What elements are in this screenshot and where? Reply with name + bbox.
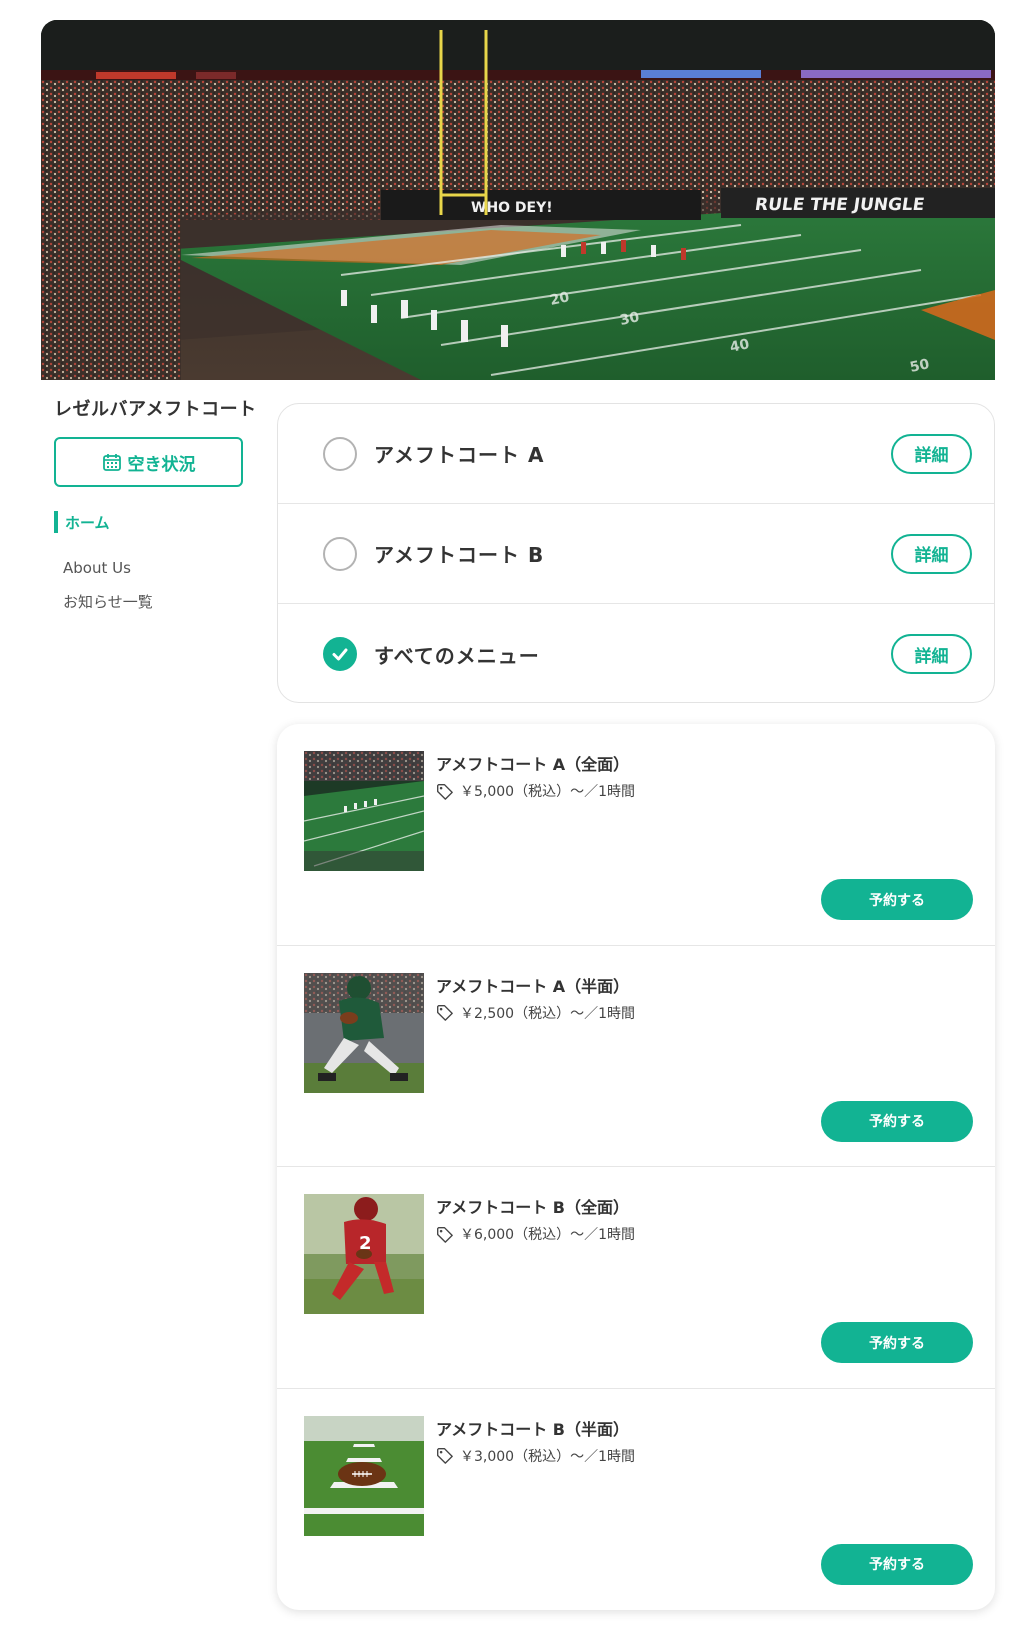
menu-option-label: アメフトコート B xyxy=(374,543,545,567)
svg-text:WHO DEY!: WHO DEY! xyxy=(471,200,553,216)
stadium-illustration: WHO DEY! RULE THE JUNGLE 50 40 30 20 xyxy=(41,20,995,380)
product-price-text: ￥2,500（税込）〜／1時間 xyxy=(460,1005,635,1022)
nav-item-news[interactable]: お知らせ一覧 xyxy=(63,591,264,612)
price-tag-icon xyxy=(437,783,453,800)
product-price-text: ￥3,000（税込）〜／1時間 xyxy=(460,1448,635,1465)
availability-button-label: 空き状況 xyxy=(127,454,196,475)
product-thumbnail: 2 xyxy=(304,1194,424,1314)
product-price-text: ￥5,000（税込）〜／1時間 xyxy=(460,784,635,800)
product-item: アメフトコート A（半面） ￥2,500（税込）〜／1時間 予約する xyxy=(277,946,995,1167)
radio-unchecked[interactable] xyxy=(323,536,357,571)
product-item: 2 アメフトコート B（全面） ￥6,000（税込）〜／1時間 予約する xyxy=(277,1167,995,1389)
product-name: アメフトコート A（半面） xyxy=(436,976,630,996)
price-tag-icon xyxy=(437,1226,453,1243)
detail-button[interactable]: 詳細 xyxy=(891,533,972,574)
check-icon xyxy=(332,648,348,661)
book-button[interactable]: 予約する xyxy=(821,879,973,920)
svg-text:RULE THE JUNGLE: RULE THE JUNGLE xyxy=(754,195,926,215)
menu-option-label: アメフトコート A xyxy=(374,443,545,467)
site-title: レゼルバアメフトコート xyxy=(54,399,257,420)
product-name: アメフトコート B（全面） xyxy=(436,1198,629,1217)
page: WHO DEY! RULE THE JUNGLE 50 40 30 20 レゼル… xyxy=(0,0,1036,1644)
product-item: アメフトコート B（半面） ￥3,000（税込）〜／1時間 予約する xyxy=(277,1389,995,1611)
product-price: ￥5,000（税込）〜／1時間 xyxy=(436,781,635,801)
nav-item-about[interactable]: About Us xyxy=(63,559,264,577)
product-price-text: ￥6,000（税込）〜／1時間 xyxy=(460,1227,635,1243)
product-price: ￥3,000（税込）〜／1時間 xyxy=(436,1446,635,1466)
product-thumbnail xyxy=(304,972,424,1093)
menu-option-court-b[interactable]: アメフトコート B 詳細 xyxy=(278,504,994,604)
product-thumbnail xyxy=(304,751,424,871)
sidebar: レゼルバアメフトコート 空き状況 ホーム About Us お知らせ一覧 xyxy=(54,395,264,612)
detail-button[interactable]: 詳細 xyxy=(891,634,972,674)
menu-option-all[interactable]: すべてのメニュー 詳細 xyxy=(278,604,994,702)
price-tag-icon xyxy=(437,1005,453,1021)
book-button[interactable]: 予約する xyxy=(821,1322,973,1363)
product-price: ￥2,500（税込）〜／1時間 xyxy=(436,1003,635,1023)
book-button[interactable]: 予約する xyxy=(821,1100,973,1142)
stadium-photo-icon xyxy=(304,751,424,871)
menu-option-court-a[interactable]: アメフトコート A 詳細 xyxy=(278,404,994,504)
detail-button[interactable]: 詳細 xyxy=(891,433,972,474)
menu-select-card: アメフトコート A 詳細 アメフトコート B 詳細 すべてのメニュー 詳細 xyxy=(277,403,995,703)
player-red-photo-icon: 2 xyxy=(304,1194,424,1314)
product-price: ￥6,000（税込）〜／1時間 xyxy=(436,1224,635,1244)
menu-option-label: すべてのメニュー xyxy=(374,643,540,668)
radio-unchecked[interactable] xyxy=(323,436,357,471)
product-name: アメフトコート A（全面） xyxy=(436,755,630,774)
product-name: アメフトコート B（半面） xyxy=(436,1419,629,1439)
availability-button[interactable]: 空き状況 xyxy=(54,437,243,487)
calendar-icon xyxy=(102,454,121,471)
product-item: アメフトコート A（全面） ￥5,000（税込）〜／1時間 予約する xyxy=(277,724,995,946)
product-list-card: アメフトコート A（全面） ￥5,000（税込）〜／1時間 予約する アメフトコ… xyxy=(277,724,995,1610)
product-thumbnail xyxy=(304,1415,424,1536)
football-photo-icon xyxy=(304,1415,424,1536)
radio-checked[interactable] xyxy=(323,637,357,671)
book-button[interactable]: 予約する xyxy=(821,1543,973,1585)
price-tag-icon xyxy=(437,1448,453,1464)
nav-item-home[interactable]: ホーム xyxy=(54,511,264,533)
hero-stadium-image: WHO DEY! RULE THE JUNGLE 50 40 30 20 xyxy=(41,20,995,380)
player-green-photo-icon xyxy=(304,972,424,1093)
